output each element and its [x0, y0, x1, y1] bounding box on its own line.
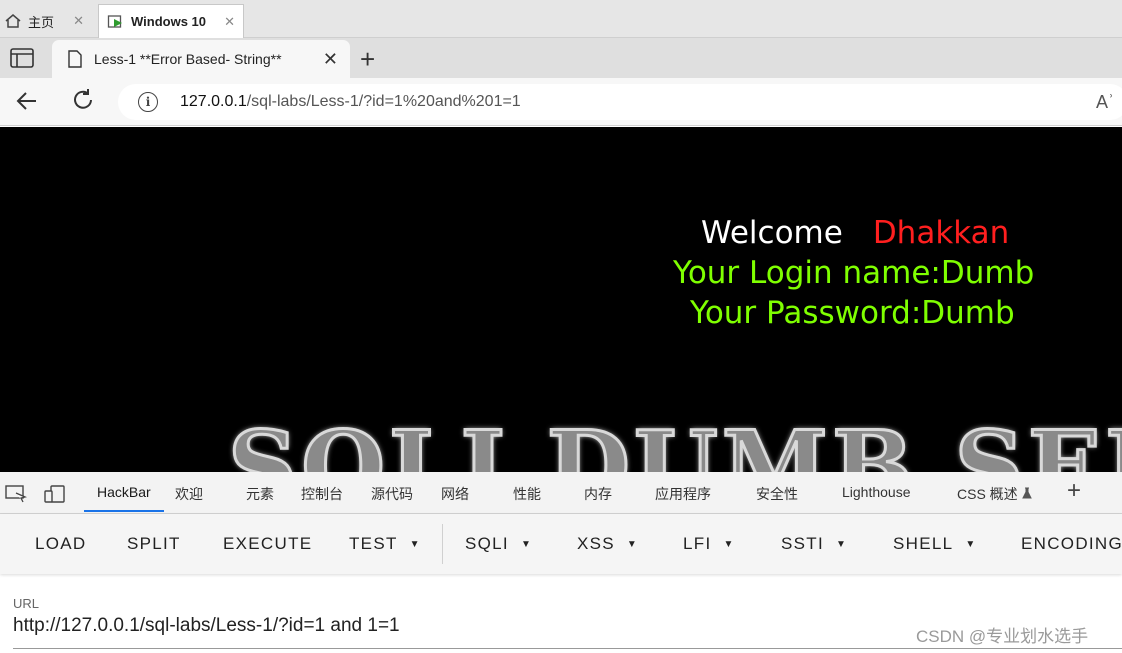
password-text: Your Password:Dumb: [690, 295, 1015, 331]
devtools-tab-security[interactable]: 安全性: [756, 484, 798, 504]
active-tab-indicator: [84, 510, 164, 512]
read-aloud-icon[interactable]: Aʾ: [1096, 92, 1114, 113]
welcome-line: Welcome Dhakkan: [701, 215, 1009, 251]
hackbar-toolbar: LOAD SPLIT EXECUTE TEST ▼ SQLI ▼ XSS ▼ LFI ▼…: [0, 514, 1122, 574]
ssti-label: SSTI: [781, 534, 824, 553]
hackbar-split-button[interactable]: SPLIT: [127, 534, 181, 554]
home-icon: [5, 14, 21, 28]
devtools-tab-lighthouse[interactable]: Lighthouse: [842, 484, 911, 500]
login-name-text: Your Login name:Dumb: [673, 255, 1035, 291]
vm-tab-windows10[interactable]: Windows 10 ✕: [98, 4, 244, 38]
shell-label: SHELL: [893, 534, 954, 553]
devtools-tab-memory[interactable]: 内存: [584, 484, 612, 504]
inspect-element-icon[interactable]: [5, 484, 27, 504]
devtools-tab-console[interactable]: 控制台: [301, 484, 343, 504]
url-omnibox[interactable]: i 127.0.0.1 /sql-labs/Less-1/?id=1%20and…: [118, 84, 1122, 120]
caret-down-icon: ▼: [409, 539, 421, 551]
hackbar-shell-button[interactable]: SHELL ▼: [893, 534, 977, 554]
url-path: /sql-labs/Less-1/?id=1%20and%201=1: [246, 93, 521, 110]
hackbar-load-button[interactable]: LOAD: [35, 534, 87, 554]
address-bar-row: i 127.0.0.1 /sql-labs/Less-1/?id=1%20and…: [0, 78, 1122, 126]
xss-label: XSS: [577, 534, 615, 553]
hackbar-lfi-button[interactable]: LFI ▼: [683, 534, 735, 554]
url-host: 127.0.0.1: [180, 93, 247, 110]
css-overview-label: CSS 概述: [957, 486, 1018, 502]
browser-tab-active[interactable]: Less-1 **Error Based- String** ✕: [52, 40, 350, 78]
device-emulation-icon[interactable]: [44, 484, 66, 504]
browser-tab-title: Less-1 **Error Based- String**: [94, 51, 282, 67]
hackbar-ssti-button[interactable]: SSTI ▼: [781, 534, 847, 554]
vm-tab-home-label: 主页: [28, 14, 55, 30]
sqli-dumb-series-banner: SQLI DUMB SER: [227, 409, 1122, 473]
test-label: TEST: [349, 534, 398, 553]
vm-tab-home-close[interactable]: ✕: [73, 13, 84, 29]
devtools-tab-sources[interactable]: 源代码: [371, 484, 413, 504]
devtools-panel: HackBar 欢迎 元素 控制台 源代码 网络 性能 内存 应用程序 安全性 …: [0, 472, 1122, 653]
page-icon: [68, 50, 82, 68]
more-tools-button[interactable]: +: [1067, 477, 1081, 505]
tab-actions-icon[interactable]: [10, 48, 34, 68]
flask-icon: [1021, 487, 1032, 499]
vm-tab-windows10-label: Windows 10: [131, 14, 207, 29]
devtools-tab-css-overview[interactable]: CSS 概述: [957, 484, 1032, 504]
devtools-tab-bar: HackBar 欢迎 元素 控制台 源代码 网络 性能 内存 应用程序 安全性 …: [0, 472, 1122, 514]
sqli-label: SQLI: [465, 534, 509, 553]
lfi-label: LFI: [683, 534, 712, 553]
devtools-tab-elements[interactable]: 元素: [246, 484, 274, 504]
sqli-labs-page: Welcome Dhakkan Your Login name:Dumb Your…: [0, 127, 1122, 472]
back-arrow-icon[interactable]: [14, 88, 40, 114]
browser-tab-close[interactable]: ✕: [323, 49, 338, 70]
toolbar-divider: [442, 524, 443, 564]
caret-down-icon: ▼: [836, 539, 848, 551]
devtools-tab-welcome[interactable]: 欢迎: [175, 484, 203, 504]
hackbar-encoding-button[interactable]: ENCODING: [1021, 534, 1122, 554]
caret-down-icon: ▼: [723, 539, 735, 551]
devtools-tab-performance[interactable]: 性能: [513, 484, 541, 504]
hackbar-xss-button[interactable]: XSS ▼: [577, 534, 638, 554]
browser-tab-strip: Less-1 **Error Based- String** ✕ +: [0, 38, 1122, 78]
devtools-tab-application[interactable]: 应用程序: [655, 484, 711, 504]
site-info-icon[interactable]: i: [138, 92, 158, 112]
welcome-text: Welcome: [701, 215, 843, 251]
hackbar-test-button[interactable]: TEST ▼: [349, 534, 421, 554]
vm-tab-bar: 主页 ✕ Windows 10 ✕: [0, 0, 1122, 38]
new-tab-button[interactable]: +: [360, 44, 375, 75]
welcome-name: Dhakkan: [872, 215, 1010, 251]
devtools-tab-hackbar[interactable]: HackBar: [97, 484, 151, 500]
vm-icon: [107, 14, 122, 28]
vm-tab-home[interactable]: 主页 ✕: [0, 4, 92, 38]
reload-icon[interactable]: [70, 87, 96, 113]
hackbar-url-label: URL: [13, 596, 40, 611]
hackbar-sqli-button[interactable]: SQLI ▼: [465, 534, 532, 554]
caret-down-icon: ▼: [520, 539, 533, 551]
csdn-watermark: CSDN @专业划水选手: [916, 627, 1089, 646]
caret-down-icon: ▼: [626, 539, 639, 551]
vm-tab-windows10-close[interactable]: ✕: [224, 14, 235, 30]
devtools-tab-network[interactable]: 网络: [441, 484, 469, 504]
caret-down-icon: ▼: [965, 539, 977, 551]
hackbar-execute-button[interactable]: EXECUTE: [223, 534, 312, 554]
